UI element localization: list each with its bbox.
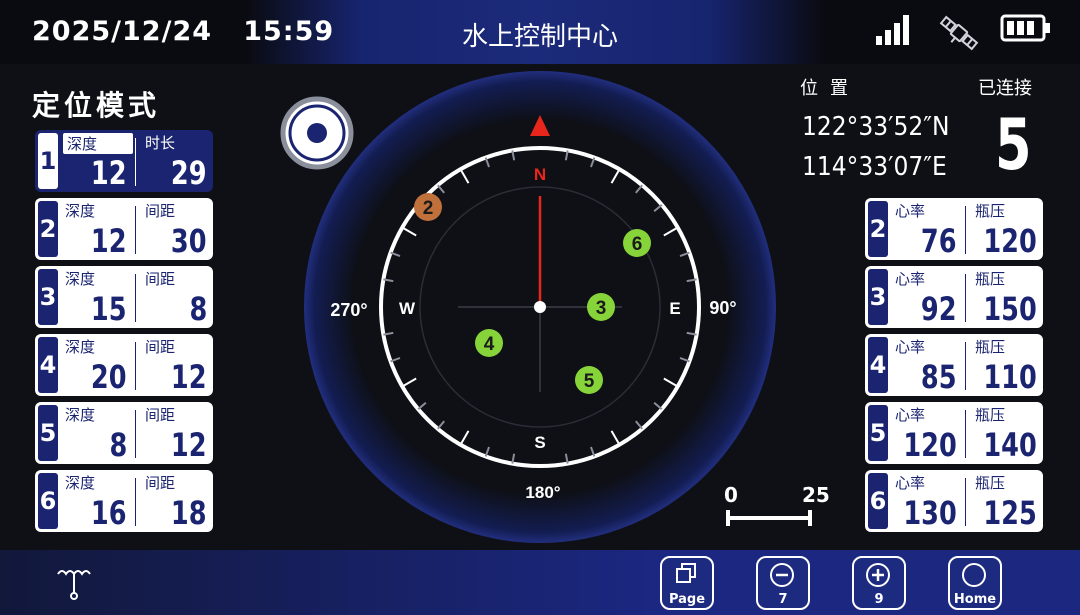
plus-button[interactable]: 9 <box>852 556 906 610</box>
home-button-label: Home <box>953 592 997 607</box>
locate-button[interactable] <box>280 96 354 170</box>
home-button[interactable]: Home <box>948 556 1002 610</box>
marker-label: 5 <box>584 371 595 392</box>
page-icon <box>676 563 696 583</box>
compass-west-degree: 270° <box>330 300 367 320</box>
compass-e: E <box>669 299 680 318</box>
minus-button-label: 7 <box>778 592 788 607</box>
marker-label: 2 <box>423 198 434 219</box>
diver-marker[interactable]: 5 <box>575 366 603 394</box>
marker-label: 4 <box>484 334 495 355</box>
diver-marker[interactable]: 3 <box>587 293 615 321</box>
scale-min-label: 0 <box>724 483 738 507</box>
diver-marker[interactable]: 6 <box>623 229 651 257</box>
diver-marker[interactable]: 4 <box>475 329 503 357</box>
compass-n: N <box>534 165 546 184</box>
plus-button-label: 9 <box>874 592 884 607</box>
compass-s: S <box>534 433 545 452</box>
minus-icon <box>770 563 794 587</box>
home-icon <box>962 563 986 587</box>
plus-icon <box>866 563 890 587</box>
marker-label: 3 <box>596 298 607 319</box>
compass-radar: N S E W 90° 270° 180° 2 3 4 5 6 <box>304 71 776 543</box>
compass-south-degree: 180° <box>525 483 560 502</box>
scale-bar <box>726 510 812 526</box>
marker-label: 6 <box>632 234 643 255</box>
antenna-icon <box>57 570 91 600</box>
target-icon <box>307 123 327 143</box>
minus-button[interactable]: 7 <box>756 556 810 610</box>
diver-marker[interactable]: 2 <box>414 193 442 221</box>
bottom-bar <box>0 550 1080 615</box>
compass-east-degree: 90° <box>709 298 736 318</box>
page-button[interactable]: Page <box>660 556 714 610</box>
self-position-dot <box>534 301 546 313</box>
page-button-label: Page <box>668 592 706 607</box>
compass-w: W <box>399 299 416 318</box>
scale-max-label: 25 <box>802 483 830 507</box>
